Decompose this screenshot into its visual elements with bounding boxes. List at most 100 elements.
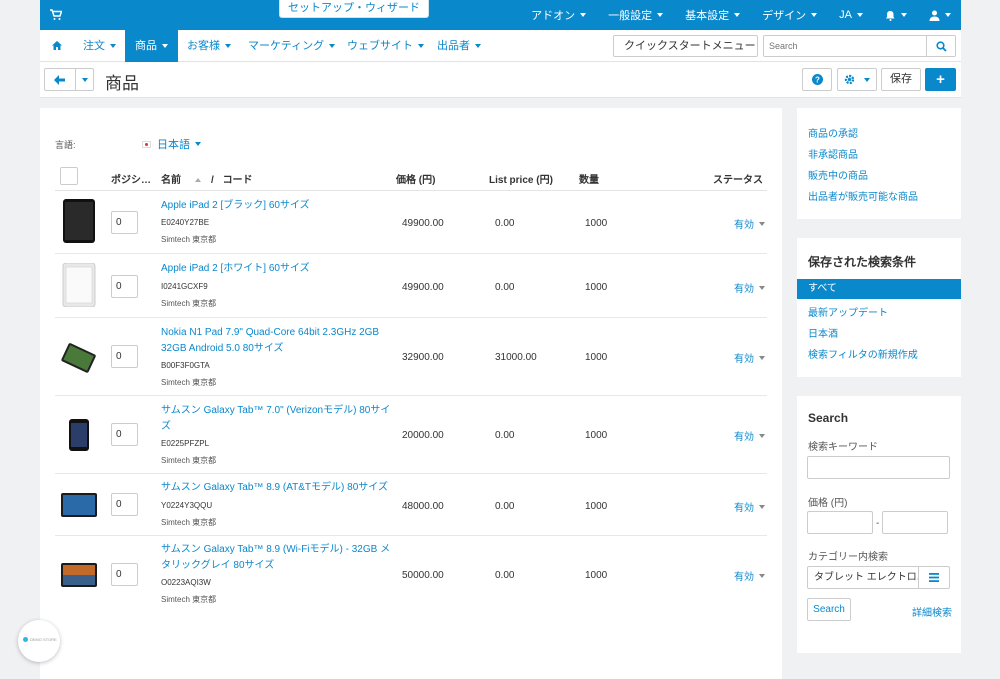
- product-thumbnail[interactable]: [60, 263, 98, 307]
- status-dropdown[interactable]: 有効: [734, 568, 765, 583]
- column-name[interactable]: 名前 / コード: [161, 171, 253, 186]
- help-button[interactable]: ?: [802, 68, 832, 91]
- status-label: 有効: [734, 220, 754, 231]
- keyword-label: 検索キーワード: [808, 442, 878, 453]
- product-list-price[interactable]: 31000.00: [495, 352, 537, 363]
- column-status[interactable]: ステータス: [713, 171, 763, 186]
- product-thumbnail[interactable]: [60, 553, 98, 597]
- product-quantity[interactable]: 1000: [585, 352, 607, 363]
- demo-store-badge[interactable]: DEMO STORE: [18, 620, 60, 662]
- sidebar-link-on-sale[interactable]: 販売中の商品: [808, 167, 868, 182]
- status-dropdown[interactable]: 有効: [734, 280, 765, 295]
- saved-search-sake[interactable]: 日本酒: [808, 325, 838, 340]
- status-dropdown[interactable]: 有効: [734, 428, 765, 443]
- status-dropdown[interactable]: 有効: [734, 216, 765, 231]
- caret-down-icon: [759, 355, 765, 360]
- product-quantity[interactable]: 1000: [585, 282, 607, 293]
- product-thumbnail[interactable]: [60, 335, 98, 379]
- product-price[interactable]: 50000.00: [402, 570, 444, 581]
- cart-icon[interactable]: [50, 9, 62, 21]
- position-input[interactable]: 0: [111, 493, 138, 516]
- product-thumbnail[interactable]: [60, 483, 98, 527]
- top-nav-design[interactable]: デザイン: [762, 7, 818, 23]
- user-menu-button[interactable]: [929, 10, 951, 21]
- column-price[interactable]: 価格 (円): [396, 171, 435, 186]
- product-list-price[interactable]: 0.00: [495, 430, 514, 441]
- sidebar-link-vendor-sellable[interactable]: 出品者が販売可能な商品: [808, 188, 918, 203]
- product-name-link[interactable]: Apple iPad 2 [ブラック] 60サイズ: [161, 198, 391, 214]
- setup-wizard-button[interactable]: セットアップ・ウィザード: [279, 0, 429, 18]
- product-thumbnail[interactable]: [60, 199, 98, 243]
- product-list-price[interactable]: 0.00: [495, 501, 514, 512]
- settings-dropdown-button[interactable]: [837, 68, 877, 91]
- advanced-search-link[interactable]: 詳細検索: [912, 604, 952, 619]
- product-list-price[interactable]: 0.00: [495, 282, 514, 293]
- sidebar-search-button[interactable]: Search: [807, 598, 851, 621]
- nav-vendors[interactable]: 出品者: [437, 30, 481, 62]
- product-name-link[interactable]: Nokia N1 Pad 7.9" Quad-Core 64bit 2.3GHz…: [161, 325, 391, 357]
- category-picker-button[interactable]: [918, 566, 950, 589]
- position-input[interactable]: 0: [111, 563, 138, 586]
- nav-orders[interactable]: 注文: [83, 30, 116, 62]
- product-name-link[interactable]: サムスン Galaxy Tab™ 7.0" (Verizonモデル) 80サイズ: [161, 403, 391, 435]
- product-quantity[interactable]: 1000: [585, 501, 607, 512]
- price-min-input[interactable]: [807, 511, 873, 534]
- search-button[interactable]: [926, 35, 956, 57]
- quickstart-menu-button[interactable]: クイックスタートメニュー: [613, 35, 758, 69]
- product-list-price[interactable]: 0.00: [495, 570, 514, 581]
- product-quantity[interactable]: 1000: [585, 430, 607, 441]
- caret-down-icon: [580, 13, 587, 17]
- position-input[interactable]: 0: [111, 211, 138, 234]
- saved-search-new-filter[interactable]: 検索フィルタの新規作成: [808, 346, 918, 361]
- product-price[interactable]: 32900.00: [402, 352, 444, 363]
- position-input[interactable]: 0: [111, 345, 138, 368]
- language-selector[interactable]: 日本語: [142, 136, 201, 152]
- top-nav-general-settings[interactable]: 一般設定: [608, 7, 664, 23]
- top-nav-addons[interactable]: アドオン: [531, 7, 587, 23]
- top-nav-basic-settings[interactable]: 基本設定: [685, 7, 741, 23]
- product-price[interactable]: 20000.00: [402, 430, 444, 441]
- product-name-link[interactable]: サムスン Galaxy Tab™ 8.9 (AT&Tモデル) 80サイズ: [161, 480, 391, 496]
- status-dropdown[interactable]: 有効: [734, 350, 765, 365]
- product-name-link[interactable]: Apple iPad 2 [ホワイト] 60サイズ: [161, 261, 391, 277]
- nav-customers[interactable]: お客様: [187, 30, 231, 62]
- nav-website[interactable]: ウェブサイト: [347, 30, 424, 62]
- product-price[interactable]: 49900.00: [402, 282, 444, 293]
- product-price[interactable]: 48000.00: [402, 501, 444, 512]
- product-list-price[interactable]: 0.00: [495, 218, 514, 229]
- select-all-checkbox[interactable]: [60, 167, 78, 185]
- product-quantity[interactable]: 1000: [585, 218, 607, 229]
- caret-down-icon: [811, 13, 818, 17]
- back-button[interactable]: [44, 68, 94, 91]
- add-product-button[interactable]: +: [925, 68, 956, 91]
- nav-marketing[interactable]: マーケティング: [248, 30, 336, 62]
- column-position[interactable]: ポジシ…: [111, 171, 151, 186]
- product-price[interactable]: 49900.00: [402, 218, 444, 229]
- column-list-price[interactable]: List price (円): [489, 171, 553, 186]
- notifications-button[interactable]: [885, 10, 907, 21]
- position-input[interactable]: 0: [111, 275, 138, 298]
- sidebar-link-product-approval[interactable]: 商品の承認: [808, 125, 858, 140]
- caret-down-icon[interactable]: [82, 78, 88, 82]
- home-icon[interactable]: [52, 41, 62, 50]
- column-code-label[interactable]: コード: [223, 175, 253, 186]
- column-quantity[interactable]: 数量: [579, 171, 599, 186]
- saved-search-all[interactable]: すべて: [797, 279, 961, 299]
- saved-search-recent[interactable]: 最新アップデート: [808, 304, 888, 319]
- product-quantity[interactable]: 1000: [585, 570, 607, 581]
- save-button[interactable]: 保存: [881, 68, 921, 91]
- gear-icon: [845, 74, 855, 85]
- search-input[interactable]: [763, 35, 927, 57]
- product-thumbnail[interactable]: [60, 413, 98, 457]
- keyword-input[interactable]: [807, 456, 950, 479]
- sidebar-link-unapproved[interactable]: 非承認商品: [808, 146, 858, 161]
- product-vendor: Simtech 東京都: [161, 378, 217, 387]
- product-name-link[interactable]: サムスン Galaxy Tab™ 8.9 (Wi-Fiモデル) - 32GB メ…: [161, 542, 391, 574]
- caret-down-icon: [759, 573, 765, 578]
- position-input[interactable]: 0: [111, 423, 138, 446]
- top-nav-language[interactable]: JA: [839, 9, 863, 21]
- status-dropdown[interactable]: 有効: [734, 499, 765, 514]
- price-max-input[interactable]: [882, 511, 948, 534]
- category-input[interactable]: タブレット エレクトロニクス: [807, 566, 919, 589]
- nav-products[interactable]: 商品: [125, 30, 178, 62]
